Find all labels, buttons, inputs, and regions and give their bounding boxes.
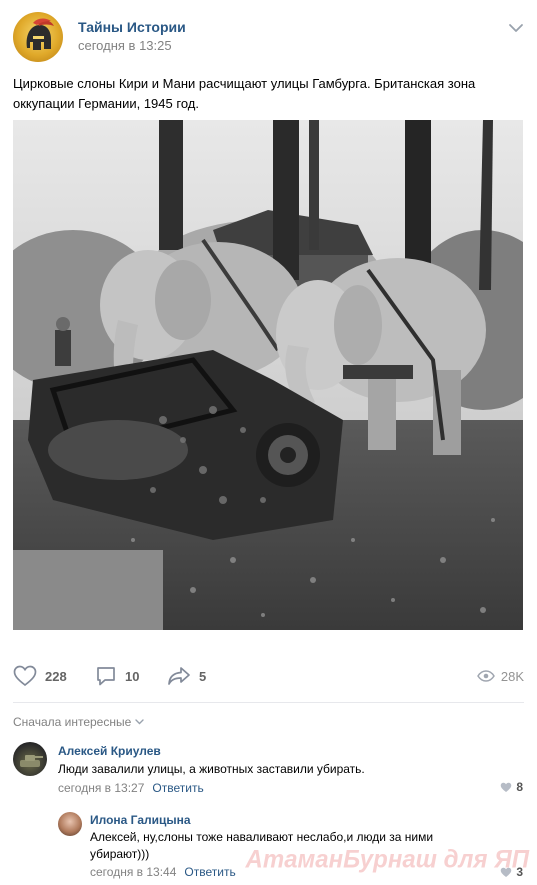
comment-item: Алексей Криулев Люди завалили улицы, а ж… <box>13 742 524 798</box>
comment-author[interactable]: Алексей Криулев <box>58 744 161 758</box>
comments-sort-selector[interactable]: Сначала интересные <box>13 715 144 729</box>
comment-timestamp[interactable]: сегодня в 13:27 <box>58 781 144 795</box>
like-count: 228 <box>45 668 67 684</box>
actions-divider <box>13 702 524 703</box>
post-timestamp[interactable]: сегодня в 13:25 <box>78 38 172 53</box>
share-count: 5 <box>199 668 207 684</box>
heart-icon <box>501 782 512 792</box>
views-counter: 28K <box>476 662 524 690</box>
share-button[interactable]: 5 <box>167 662 206 690</box>
watermark: АтаманБурнаш для ЯП <box>245 845 529 874</box>
spartan-helmet-icon <box>26 18 54 50</box>
post-header: Тайны Истории сегодня в 13:25 <box>13 12 524 62</box>
chevron-down-icon <box>135 719 144 725</box>
post-text: Цирковые слоны Кири и Мани расчищают ули… <box>13 76 476 111</box>
reply-button[interactable]: Ответить <box>184 865 235 879</box>
comment-icon <box>97 667 115 686</box>
post-photo[interactable] <box>13 120 523 630</box>
heart-icon <box>13 665 37 687</box>
comment-timestamp[interactable]: сегодня в 13:44 <box>90 865 176 879</box>
comment-like-count: 8 <box>516 780 523 794</box>
comment-meta: сегодня в 13:44 Ответить <box>90 865 236 879</box>
community-name[interactable]: Тайны Истории <box>78 19 186 35</box>
community-avatar[interactable] <box>13 12 63 62</box>
share-arrow-icon <box>168 667 190 685</box>
comments-sort-label: Сначала интересные <box>13 715 132 729</box>
like-button[interactable]: 228 <box>13 662 67 690</box>
views-count: 28K <box>500 668 524 684</box>
tank-avatar-icon <box>20 755 43 767</box>
comment-button[interactable]: 10 <box>95 662 139 690</box>
comment-text: Люди завалили улицы, а животных заставил… <box>58 762 365 776</box>
avatar[interactable] <box>13 742 47 776</box>
elephants-photo <box>13 120 523 630</box>
eye-icon <box>476 670 495 682</box>
comment-meta: сегодня в 13:27 Ответить <box>58 781 204 795</box>
comment-count: 10 <box>125 668 140 684</box>
chevron-down-icon[interactable] <box>508 22 524 34</box>
reply-button[interactable]: Ответить <box>152 781 203 795</box>
avatar[interactable] <box>58 812 82 836</box>
comment-like-button[interactable]: 8 <box>500 780 523 794</box>
comment-author[interactable]: Илона Галицына <box>90 813 191 827</box>
post-actions: 228 10 5 28K <box>13 662 524 690</box>
